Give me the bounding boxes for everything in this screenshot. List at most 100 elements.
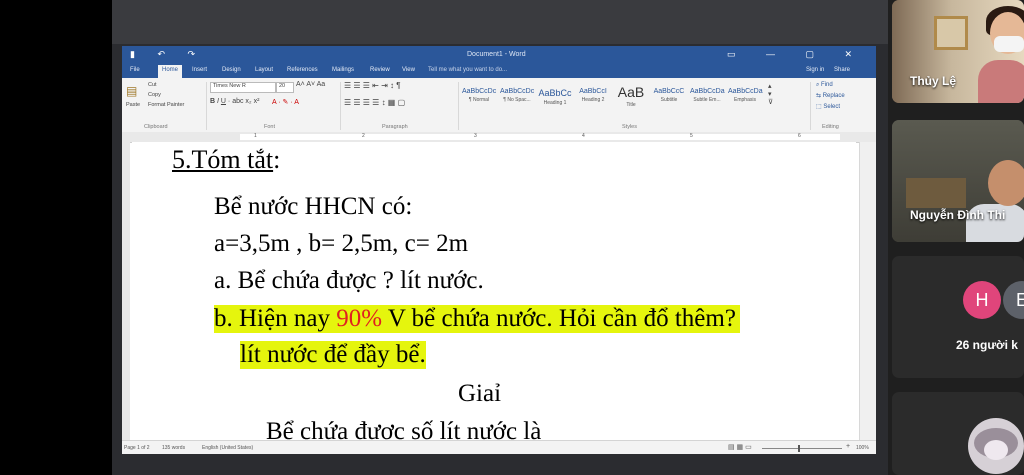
cut-button[interactable]: Cut xyxy=(148,82,157,88)
style-heading-1[interactable]: AaBbCc Heading 1 xyxy=(538,84,572,108)
vertical-scrollbar[interactable] xyxy=(859,142,876,440)
document-page[interactable]: 5.Tóm tắt: Bể nước HHCN có: a=3,5m , b= … xyxy=(132,142,856,445)
select-button[interactable]: ⬚ Select xyxy=(816,102,845,113)
editing-group-label: Editing xyxy=(822,124,839,130)
word-count[interactable]: 135 words xyxy=(162,445,185,451)
status-bar: Page 1 of 2 135 words English (United St… xyxy=(122,440,876,454)
doc-line: a=3,5m , b= 2,5m, c= 2m xyxy=(214,230,469,257)
solution-label: Giaỉ xyxy=(458,380,502,407)
style-normal[interactable]: AaBbCcDc ¶ Normal xyxy=(462,84,496,108)
face-mask xyxy=(994,36,1024,52)
paragraph-group-label: Paragraph xyxy=(382,124,408,130)
paste-icon[interactable]: ▤ xyxy=(126,84,137,98)
style-emphasis[interactable]: AaBbCcDa Emphasis xyxy=(728,84,763,108)
vertical-ruler[interactable] xyxy=(122,142,130,440)
tab-references[interactable]: References xyxy=(287,67,318,73)
font-size-select[interactable]: 20 xyxy=(276,82,294,93)
clipboard-group-label: Clipboard xyxy=(144,124,168,130)
editing-group: ⌕ Find ⇆ Replace ⬚ Select xyxy=(816,80,845,113)
zoom-slider[interactable] xyxy=(762,448,842,449)
divider xyxy=(206,82,207,130)
style-title[interactable]: AaB Title xyxy=(614,84,648,108)
style-subtle-emphasis[interactable]: AaBbCcDa Subtle Em... xyxy=(690,84,725,108)
participant-body xyxy=(978,60,1024,103)
tab-review[interactable]: Review xyxy=(370,67,390,73)
participant-avatar: H xyxy=(963,281,1001,319)
font-name-select[interactable]: Times New R xyxy=(210,82,276,93)
doc-line: a. Bể chứa được ? lít nước. xyxy=(214,267,484,294)
paste-button[interactable]: Paste xyxy=(126,102,140,108)
find-label: Find xyxy=(821,82,833,88)
tab-insert[interactable]: Insert xyxy=(192,67,207,73)
zoom-slider-thumb[interactable] xyxy=(798,445,800,452)
font-format-icons[interactable]: B I U · abc x₂ x² xyxy=(210,98,259,105)
find-button[interactable]: ⌕ Find xyxy=(816,80,845,91)
styles-scroll-icon[interactable]: ▴ ▾ ⊽ xyxy=(768,82,773,106)
replace-button[interactable]: ⇆ Replace xyxy=(816,91,845,102)
replace-label: Replace xyxy=(822,93,845,99)
participant-face xyxy=(988,160,1024,206)
tab-file[interactable]: File xyxy=(130,67,140,73)
list-icons[interactable]: ☰ ☰ ☰ ⇤ ⇥ ↕ ¶ xyxy=(344,81,401,90)
highlighted-line: b. Hiện nay 90% V bể chứa nước. Hỏi cần … xyxy=(214,305,740,333)
left-black-bar xyxy=(0,0,112,475)
divider xyxy=(340,82,341,130)
tell-me-search[interactable]: Tell me what you want to do... xyxy=(428,67,507,73)
ruler-number: 3 xyxy=(474,133,477,139)
font-color-icon[interactable]: A · ✎ · A xyxy=(272,98,299,106)
tab-home[interactable]: Home xyxy=(158,65,183,78)
ribbon: ▤ Paste Cut Copy Format Painter Clipboar… xyxy=(122,78,876,133)
ribbon-tabs: File Home Insert Design Layout Reference… xyxy=(122,64,876,78)
window-controls[interactable]: ▭ — ▢ ✕ xyxy=(727,49,866,60)
highlighted-text: V bể chứa nước. Hỏi cần đổ thêm? xyxy=(382,305,736,332)
avatar-shape xyxy=(984,440,1008,460)
style-heading-2[interactable]: AaBbCcI Heading 2 xyxy=(576,84,610,108)
copy-button[interactable]: Copy xyxy=(148,92,161,98)
select-label: Select xyxy=(823,104,841,110)
participant-tile-video[interactable]: Nguyễn Đình Thi xyxy=(892,120,1024,242)
other-participants-tile[interactable] xyxy=(892,256,1024,378)
zoom-level[interactable]: 100% xyxy=(856,445,869,451)
participant-name: Nguyễn Đình Thi xyxy=(910,208,1006,222)
view-mode-icons[interactable]: ▤ ▦ ▭ xyxy=(728,443,752,451)
summary-heading: 5.Tóm tắt: xyxy=(172,145,280,175)
style-subtitle[interactable]: AaBbCcC Subtitle xyxy=(652,84,686,108)
zoom-in-icon[interactable]: + xyxy=(846,443,850,450)
ruler-writable-area xyxy=(240,134,840,140)
language-indicator[interactable]: English (United States) xyxy=(202,445,253,451)
format-painter-button[interactable]: Format Painter xyxy=(148,102,184,108)
tab-mailings[interactable]: Mailings xyxy=(332,67,354,73)
heading-colon: : xyxy=(273,145,281,174)
quick-access-toolbar[interactable]: ▮ ↶ ↷ xyxy=(130,49,205,60)
participant-tile-video[interactable]: Thủy Lệ xyxy=(892,0,1024,103)
ruler-number: 6 xyxy=(798,133,801,139)
share-button[interactable]: Share xyxy=(834,67,850,73)
ruler-number: 2 xyxy=(362,133,365,139)
participant-avatar-image xyxy=(968,418,1024,474)
styles-group-label: Styles xyxy=(622,124,637,130)
divider xyxy=(458,82,459,130)
ruler-number: 5 xyxy=(690,133,693,139)
highlighted-line: lít nước để đầy bể. xyxy=(240,341,426,369)
tab-design[interactable]: Design xyxy=(222,67,241,73)
page-count[interactable]: Page 1 of 2 xyxy=(124,445,150,451)
room-shelf xyxy=(906,178,966,208)
document-title: Document1 - Word xyxy=(467,51,526,58)
sign-in-link[interactable]: Sign in xyxy=(806,67,824,73)
align-icons[interactable]: ☰ ☰ ☰ ☰ ↕ ▦ ▢ xyxy=(344,98,405,107)
tab-layout[interactable]: Layout xyxy=(255,67,273,73)
title-bar: ▮ ↶ ↷ Document1 - Word ▭ — ▢ ✕ xyxy=(122,46,876,64)
others-count-label: 26 người k xyxy=(956,338,1018,352)
style-no-spacing[interactable]: AaBbCcDc ¶ No Spac... xyxy=(500,84,534,108)
divider xyxy=(810,82,811,130)
highlighted-text: b. Hiện nay xyxy=(214,305,337,332)
word-window: ▮ ↶ ↷ Document1 - Word ▭ — ▢ ✕ File Home… xyxy=(122,46,876,454)
font-group-label: Font xyxy=(264,124,276,130)
screen-share-topbar xyxy=(112,0,888,44)
percentage-text: 90% xyxy=(336,305,383,332)
tab-view[interactable]: View xyxy=(402,67,415,73)
font-grow-shrink-icon[interactable]: A˄ A˅ Aa xyxy=(296,81,325,88)
doc-line: Bể nước HHCN có: xyxy=(214,193,413,220)
ruler-number: 1 xyxy=(254,133,257,139)
ruler-number: 4 xyxy=(582,133,585,139)
